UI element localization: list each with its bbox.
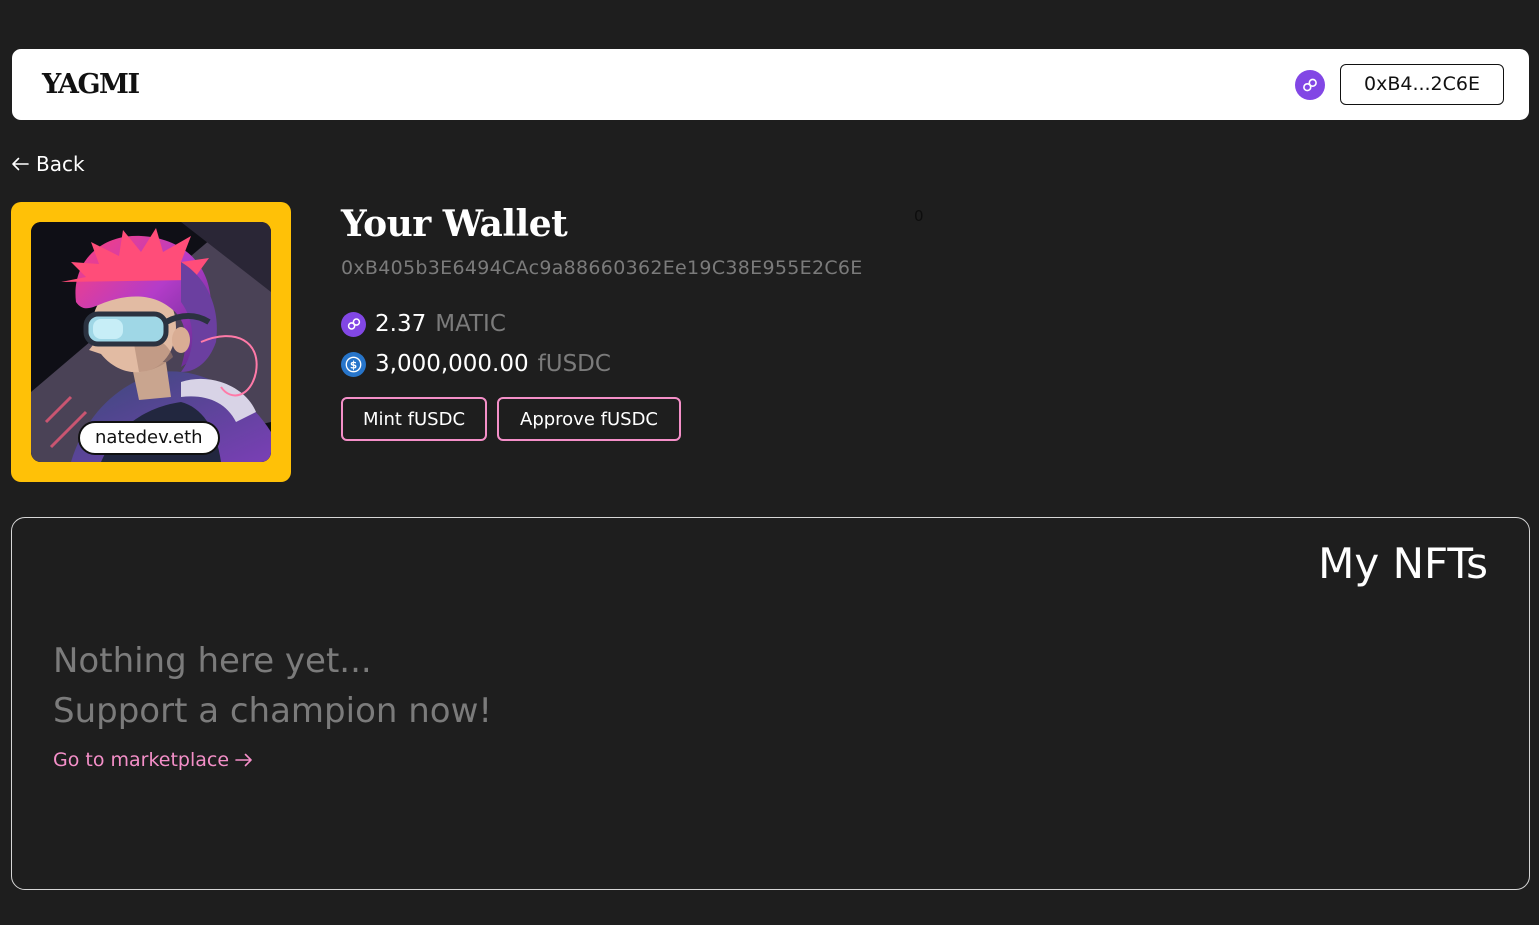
back-label: Back (36, 152, 85, 176)
wallet-address: 0xB405b3E6494CAc9a88660362Ee19C38E955E2C… (341, 257, 863, 279)
approve-fusdc-button[interactable]: Approve fUSDC (497, 397, 681, 441)
matic-balance-row: 2.37 MATIC (341, 310, 506, 338)
page-title: Your Wallet (341, 203, 568, 245)
empty-state-line-1: Nothing here yet... (53, 641, 372, 681)
marketplace-link-label: Go to marketplace (53, 749, 230, 771)
polygon-icon (341, 311, 366, 337)
empty-state-line-2: Support a champion now! (53, 691, 493, 731)
polygon-icon (1301, 76, 1319, 94)
app-logo[interactable]: YAGMI (42, 68, 140, 102)
ens-name-badge: natedev.eth (78, 421, 220, 455)
arrow-right-icon (235, 753, 253, 767)
fusdc-balance-row: $ 3,000,000.00 fUSDC (341, 350, 611, 378)
mint-fusdc-button[interactable]: Mint fUSDC (341, 397, 487, 441)
my-nfts-panel: My NFTs Nothing here yet... Support a ch… (11, 517, 1530, 890)
wallet-address-button[interactable]: 0xB4...2C6E (1340, 64, 1504, 105)
go-to-marketplace-link[interactable]: Go to marketplace (53, 747, 253, 773)
arrow-left-icon (11, 157, 29, 171)
fusdc-balance-unit: fUSDC (537, 351, 611, 377)
top-navbar: YAGMI 0xB4...2C6E (11, 48, 1530, 121)
fusdc-balance-value: 3,000,000.00 (375, 351, 529, 377)
back-link[interactable]: Back (11, 150, 85, 178)
profile-avatar-card: natedev.eth (11, 202, 291, 482)
matic-balance-unit: MATIC (435, 311, 506, 337)
matic-balance-value: 2.37 (375, 311, 427, 337)
usdc-icon: $ (341, 351, 366, 377)
my-nfts-heading: My NFTs (1318, 539, 1488, 588)
network-selector[interactable] (1295, 70, 1325, 100)
svg-text:$: $ (350, 359, 357, 371)
stray-counter: 0 (914, 207, 924, 225)
